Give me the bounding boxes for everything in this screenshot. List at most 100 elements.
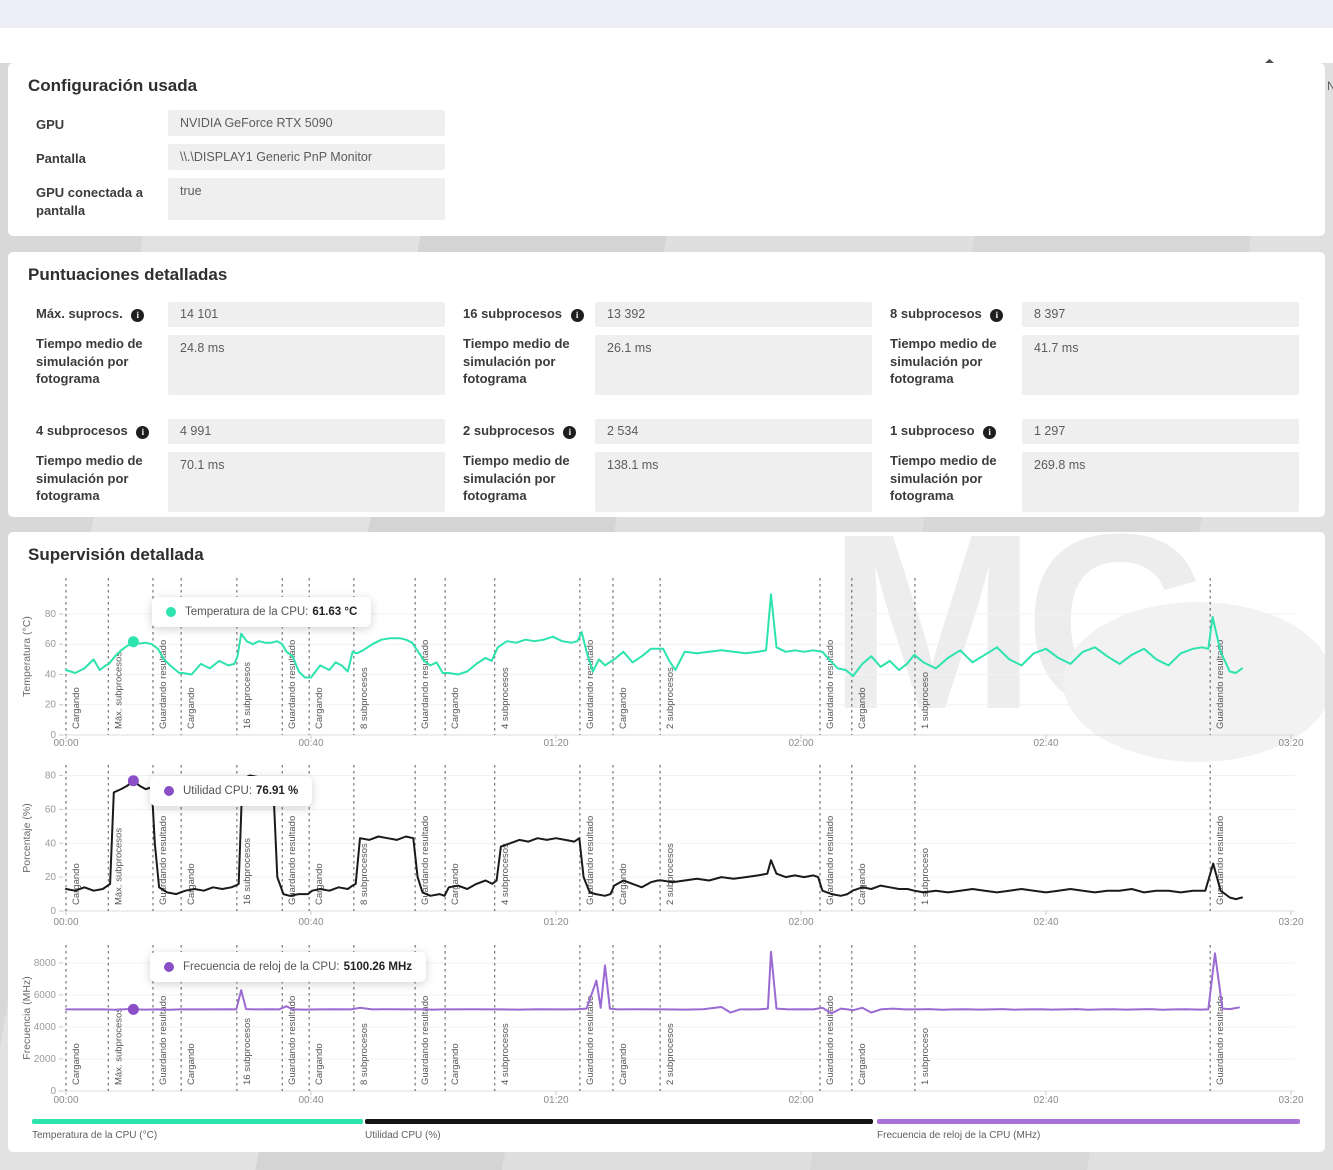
series-dot-icon [166, 607, 176, 617]
legend-label: Temperatura de la CPU (°C) [32, 1130, 158, 1141]
chart-tooltip-cpu-frequency: Frecuencia de reloj de la CPU: 5100.26 MH… [150, 952, 427, 982]
svg-text:60: 60 [45, 804, 57, 815]
tooltip-value: 61.63 °C [312, 606, 358, 618]
score-value: 2 534 [595, 419, 872, 444]
legend-label: Frecuencia de reloj de la CPU (MHz) [877, 1130, 1041, 1141]
svg-text:Máx. subprocesos: Máx. subprocesos [113, 828, 124, 905]
legend-item-cpu-frequency[interactable]: Frecuencia de reloj de la CPU (MHz) [877, 1119, 1300, 1141]
svg-text:Cargando: Cargando [71, 863, 82, 905]
svg-text:Máx. subprocesos: Máx. subprocesos [113, 652, 124, 729]
svg-text:4000: 4000 [34, 1022, 57, 1033]
svg-text:00:00: 00:00 [53, 738, 78, 749]
score-group: 8 subprocesos i 8 397 Tiempo medio de si… [890, 302, 1317, 395]
score-label: 8 subprocesos i [890, 302, 1022, 327]
score-label: 4 subprocesos i [36, 419, 168, 444]
svg-text:02:40: 02:40 [1033, 917, 1058, 928]
svg-text:60: 60 [45, 639, 57, 650]
svg-text:Cargando: Cargando [618, 863, 629, 905]
configuration-card: Configuración usada GPU NVIDIA GeForce R… [8, 63, 1325, 236]
svg-text:Cargando: Cargando [450, 687, 461, 729]
svg-text:00:00: 00:00 [53, 1095, 78, 1106]
svg-text:Cargando: Cargando [857, 687, 868, 729]
svg-text:03:20: 03:20 [1278, 917, 1303, 928]
score-value: 1 297 [1022, 419, 1299, 444]
svg-text:Cargando: Cargando [186, 1043, 197, 1085]
score-label: 1 subproceso i [890, 419, 1022, 444]
top-strip [0, 0, 1333, 28]
section-title: Configuración usada [28, 76, 198, 95]
score-value: 8 397 [1022, 302, 1299, 327]
svg-text:Cargando: Cargando [314, 687, 325, 729]
legend-label: Utilidad CPU (%) [365, 1130, 441, 1141]
info-icon[interactable]: i [563, 426, 577, 439]
avg-sim-time-label: Tiempo medio de simulación por fotograma [36, 336, 143, 387]
svg-text:Cargando: Cargando [450, 863, 461, 905]
navbar: INICIO BEN [0, 28, 1333, 93]
svg-text:01:20: 01:20 [543, 738, 568, 749]
tooltip-label: Temperatura de la CPU: [185, 606, 309, 618]
config-value: true [168, 178, 445, 221]
score-group: 1 subproceso i 1 297 Tiempo medio de sim… [890, 419, 1317, 512]
info-icon[interactable]: i [983, 426, 997, 439]
svg-text:80: 80 [45, 609, 57, 620]
info-icon[interactable]: i [990, 309, 1004, 322]
avg-sim-time-value: 70.1 ms [168, 452, 445, 512]
svg-text:Cargando: Cargando [618, 687, 629, 729]
hover-marker [127, 775, 139, 787]
config-label: GPU conectada a pantalla [36, 185, 143, 219]
svg-text:80: 80 [45, 771, 57, 782]
legend-item-cpu-utilization[interactable]: Utilidad CPU (%) [365, 1119, 873, 1141]
scores-card: Puntuaciones detalladas Máx. suprocs. i … [8, 252, 1325, 517]
tooltip-value: 5100.26 MHz [343, 961, 413, 973]
svg-text:16 subprocesos: 16 subprocesos [242, 838, 253, 905]
chart-tooltip-cpu-temperature: Temperatura de la CPU: 61.63 °C [152, 597, 372, 627]
svg-text:4 subprocesos: 4 subprocesos [500, 843, 511, 905]
score-label: Máx. suprocs. i [36, 302, 168, 327]
score-group: Máx. suprocs. i 14 101 Tiempo medio de s… [36, 302, 463, 395]
avg-sim-time-value: 269.8 ms [1022, 452, 1299, 512]
score-group: 2 subprocesos i 2 534 Tiempo medio de si… [463, 419, 890, 512]
svg-text:40: 40 [45, 838, 57, 849]
config-row: Pantalla \\.\DISPLAY1 Generic PnP Monito… [36, 144, 1325, 170]
avg-sim-time-label: Tiempo medio de simulación por fotograma [890, 453, 997, 504]
avg-sim-time-label: Tiempo medio de simulación por fotograma [463, 453, 570, 504]
svg-text:20: 20 [45, 872, 57, 883]
page: INICIO BEN Configuración usada GPU NVIDI… [0, 0, 1333, 1170]
svg-text:Cargando: Cargando [186, 687, 197, 729]
config-row: GPU NVIDIA GeForce RTX 5090 [36, 110, 1325, 136]
svg-text:Cargando: Cargando [186, 863, 197, 905]
svg-text:Cargando: Cargando [450, 1043, 461, 1085]
info-icon[interactable]: i [570, 309, 584, 322]
svg-text:Guardando resultado: Guardando resultado [825, 996, 836, 1085]
config-label: GPU [36, 117, 65, 132]
svg-text:16 subprocesos: 16 subprocesos [242, 1018, 253, 1085]
svg-text:8 subprocesos: 8 subprocesos [359, 843, 370, 905]
legend-swatch [365, 1119, 873, 1124]
series-dot-icon [164, 962, 174, 972]
svg-text:00:40: 00:40 [298, 1095, 323, 1106]
svg-text:03:20: 03:20 [1278, 1095, 1303, 1106]
svg-text:Cargando: Cargando [71, 687, 82, 729]
svg-text:Cargando: Cargando [314, 863, 325, 905]
svg-text:00:40: 00:40 [298, 738, 323, 749]
svg-text:4 subprocesos: 4 subprocesos [500, 1023, 511, 1085]
svg-text:02:40: 02:40 [1033, 738, 1058, 749]
svg-text:20: 20 [45, 700, 57, 711]
tooltip-label: Utilidad CPU: [183, 785, 253, 797]
svg-text:Frecuencia (MHz): Frecuencia (MHz) [21, 976, 33, 1059]
info-icon[interactable]: i [131, 309, 145, 322]
avg-sim-time-label: Tiempo medio de simulación por fotograma [36, 453, 143, 504]
avg-sim-time-value: 41.7 ms [1022, 335, 1299, 395]
svg-text:6000: 6000 [34, 990, 57, 1001]
svg-text:4 subprocesos: 4 subprocesos [500, 667, 511, 729]
svg-text:Máx. subprocesos: Máx. subprocesos [113, 1008, 124, 1085]
svg-text:8000: 8000 [34, 958, 57, 969]
legend-item-cpu-temperature[interactable]: Temperatura de la CPU (°C) [32, 1119, 363, 1141]
svg-text:Cargando: Cargando [71, 1043, 82, 1085]
svg-text:Cargando: Cargando [857, 1043, 868, 1085]
chart-tooltip-cpu-utilization: Utilidad CPU: 76.91 % [150, 776, 313, 806]
info-icon[interactable]: i [136, 426, 150, 439]
svg-text:02:00: 02:00 [788, 917, 813, 928]
score-value: 13 392 [595, 302, 872, 327]
score-value: 4 991 [168, 419, 445, 444]
